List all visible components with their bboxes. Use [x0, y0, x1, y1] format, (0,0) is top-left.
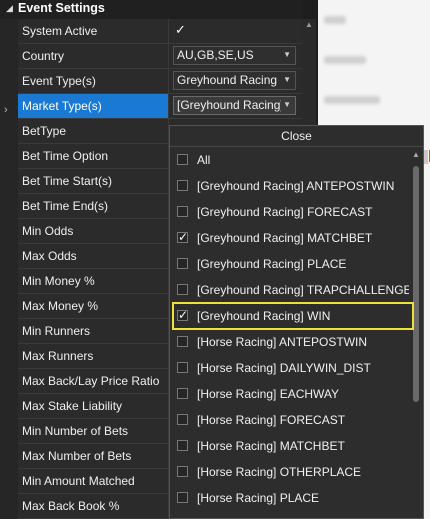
property-label: Bet Time End(s) — [18, 194, 169, 218]
property-label: Min Money % — [18, 269, 169, 293]
blurred-text — [324, 16, 346, 24]
option-label: All — [197, 153, 211, 167]
option-checkbox[interactable] — [177, 492, 188, 503]
property-label: Max Number of Bets — [18, 444, 169, 468]
checkmark-icon: ✓ — [178, 308, 189, 322]
option-label: [Horse Racing] MATCHBET — [197, 439, 345, 453]
property-label: Min Runners — [18, 319, 169, 343]
scroll-thumb[interactable] — [413, 166, 419, 402]
option-checkbox[interactable] — [177, 362, 188, 373]
option-checkbox[interactable] — [177, 388, 188, 399]
option-checkbox[interactable] — [177, 154, 188, 165]
option-item[interactable]: ✓ [Greyhound Racing] WIN — [170, 303, 408, 329]
property-label: Market Type(s) — [18, 94, 169, 118]
option-item[interactable]: [Greyhound Racing] ANTEPOSTWIN — [170, 173, 408, 199]
property-value[interactable]: Greyhound Racing ▼ — [170, 69, 302, 93]
category-title: Event Settings — [18, 1, 105, 15]
option-item[interactable]: [Horse Racing] REV_FORECAST — [170, 511, 408, 518]
combo-box[interactable]: Greyhound Racing ▼ — [173, 71, 296, 90]
property-row[interactable]: Market Type(s)[Greyhound Racing] WIN▼ — [18, 94, 302, 119]
option-item[interactable]: [Horse Racing] OTHERPLACE — [170, 459, 408, 485]
property-label: Max Back/Lay Price Ratio — [18, 369, 169, 393]
combo-box[interactable]: [Greyhound Racing] WIN▼ — [173, 96, 296, 115]
option-item[interactable]: [Horse Racing] PLACE — [170, 485, 408, 511]
option-checkbox[interactable] — [177, 284, 188, 295]
option-checkbox[interactable] — [177, 336, 188, 347]
scroll-up-arrow-icon[interactable]: ▲ — [412, 150, 420, 159]
row-gutter — [0, 19, 18, 519]
option-label: [Horse Racing] ANTEPOSTWIN — [197, 335, 368, 349]
combo-box[interactable]: AU,GB,SE,US ▼ — [173, 46, 296, 65]
option-checkbox[interactable] — [177, 180, 188, 191]
option-item[interactable]: [Greyhound Racing] TRAPCHALLENGE — [170, 277, 412, 303]
property-value[interactable]: [Greyhound Racing] WIN▼ — [170, 94, 302, 118]
caret-down-icon[interactable]: ▼ — [283, 75, 291, 84]
property-label: Event Type(s) — [18, 69, 169, 93]
option-checkbox[interactable] — [177, 206, 188, 217]
option-label: [Horse Racing] EACHWAY — [197, 387, 340, 401]
property-label: Max Money % — [18, 294, 169, 318]
caret-down-icon[interactable]: ▼ — [283, 50, 291, 59]
option-checkbox[interactable] — [177, 466, 188, 477]
option-checkbox[interactable] — [177, 440, 188, 451]
checkmark-icon[interactable]: ✓ — [175, 23, 187, 36]
property-label: Country — [18, 44, 169, 68]
option-item[interactable]: [Horse Racing] EACHWAY — [170, 381, 408, 407]
option-checkbox[interactable] — [177, 258, 188, 269]
close-button[interactable]: Close — [170, 126, 423, 147]
option-item[interactable]: [Horse Racing] FORECAST — [170, 407, 408, 433]
property-label: Min Number of Bets — [18, 419, 169, 443]
property-value[interactable]: ✓ — [170, 19, 302, 43]
option-label: [Horse Racing] DAILYWIN_DIST — [197, 361, 371, 375]
blurred-text — [324, 56, 366, 64]
option-label: [Greyhound Racing] FORECAST — [197, 205, 373, 219]
property-label: Bet Time Option — [18, 144, 169, 168]
market-type-dropdown[interactable]: Close All [Greyhound Racing] ANTEPOSTWIN [… — [169, 125, 424, 519]
dropdown-scrollbar[interactable]: ▲ — [409, 147, 423, 518]
caret-down-icon[interactable]: ▼ — [283, 100, 291, 109]
option-label: [Greyhound Racing] WIN — [197, 309, 331, 323]
option-checkbox[interactable]: ✓ — [177, 308, 189, 322]
property-label: Max Back Book % — [18, 494, 169, 518]
property-label: BetType — [18, 119, 169, 143]
option-item[interactable]: ✓ [Greyhound Racing] MATCHBET — [170, 225, 408, 251]
option-label: [Horse Racing] FORECAST — [197, 413, 346, 427]
option-label: [Greyhound Racing] TRAPCHALLENGE — [197, 283, 412, 297]
category-header[interactable]: ◢ Event Settings — [0, 0, 302, 19]
chevron-right-icon[interactable]: › — [4, 104, 8, 116]
property-label: Min Amount Matched — [18, 469, 169, 493]
property-label: Bet Time Start(s) — [18, 169, 169, 193]
option-item[interactable]: [Horse Racing] ANTEPOSTWIN — [170, 329, 408, 355]
combo-value: [Greyhound Racing] WIN — [177, 98, 281, 112]
option-item[interactable]: [Greyhound Racing] PLACE — [170, 251, 408, 277]
property-row[interactable]: Event Type(s) Greyhound Racing ▼ — [18, 69, 302, 94]
option-label: [Horse Racing] PLACE — [197, 491, 320, 505]
property-row[interactable]: System Active ✓ — [18, 19, 302, 44]
property-label: Max Odds — [18, 244, 169, 268]
option-item[interactable]: [Horse Racing] MATCHBET — [170, 433, 408, 459]
property-row[interactable]: Country AU,GB,SE,US ▼ — [18, 44, 302, 69]
property-value[interactable]: AU,GB,SE,US ▼ — [170, 44, 302, 68]
property-label: Max Runners — [18, 344, 169, 368]
option-item[interactable]: All — [170, 147, 408, 173]
option-checkbox[interactable]: ✓ — [177, 230, 189, 244]
property-label: System Active — [18, 19, 169, 43]
option-label: [Horse Racing] REV_FORECAST — [197, 511, 376, 518]
scroll-up-arrow-icon[interactable]: ▲ — [305, 20, 313, 29]
option-label: [Greyhound Racing] ANTEPOSTWIN — [197, 179, 395, 193]
combo-value: AU,GB,SE,US — [177, 48, 254, 62]
option-item[interactable]: [Horse Racing] DAILYWIN_DIST — [170, 355, 408, 381]
combo-value: Greyhound Racing — [177, 73, 278, 87]
option-label: [Greyhound Racing] MATCHBET — [197, 231, 373, 245]
checkmark-icon: ✓ — [178, 230, 189, 244]
option-item[interactable]: [Greyhound Racing] FORECAST — [170, 199, 408, 225]
collapse-triangle-icon[interactable]: ◢ — [6, 3, 13, 14]
option-label: [Greyhound Racing] PLACE — [197, 257, 347, 271]
option-checkbox[interactable] — [177, 414, 188, 425]
property-label: Max Stake Liability — [18, 394, 169, 418]
blurred-text — [324, 96, 380, 104]
option-label: [Horse Racing] OTHERPLACE — [197, 465, 362, 479]
property-label: Min Odds — [18, 219, 169, 243]
